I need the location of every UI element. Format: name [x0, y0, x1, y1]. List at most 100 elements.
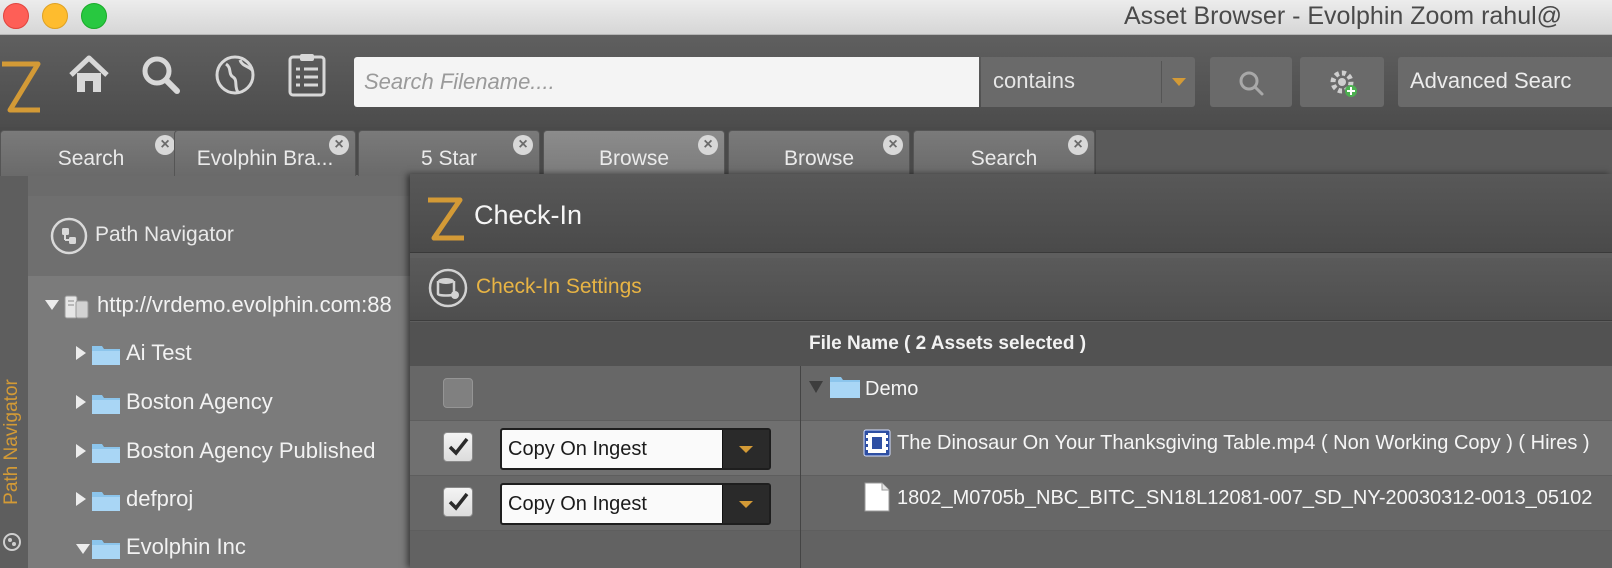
collapse-arrow-icon[interactable]	[809, 381, 823, 393]
window-title: Asset Browser - Evolphin Zoom rahul@	[1124, 2, 1563, 30]
navigator-icon	[3, 533, 21, 551]
file-name: The Dinosaur On Your Thanksgiving Table.…	[897, 432, 1590, 454]
tree-node-server[interactable]: http://vrdemo.evolphin.com:88	[40, 286, 420, 326]
advanced-search-button[interactable]: Advanced Searc	[1398, 57, 1612, 107]
close-window-button[interactable]	[3, 3, 29, 29]
server-icon	[64, 295, 89, 319]
window-titlebar: Asset Browser - Evolphin Zoom rahul@	[0, 0, 1612, 35]
column-divider	[800, 366, 801, 568]
expand-arrow-icon[interactable]	[76, 492, 86, 506]
tab-label: Search	[970, 147, 1038, 170]
run-search-button[interactable]	[1210, 57, 1292, 107]
tab-bar-empty	[1096, 130, 1612, 176]
dialog-title: Check-In	[474, 200, 583, 230]
tab-label: 5 Star	[420, 147, 478, 170]
checkmark-icon	[448, 437, 469, 456]
tab-browse-active[interactable]: Browse ×	[543, 130, 725, 176]
tree-node-folder[interactable]: Evolphin Inc	[70, 528, 420, 568]
match-mode-divider	[1161, 61, 1162, 103]
select-all-checkbox[interactable]	[443, 378, 473, 408]
chevron-down-icon[interactable]	[722, 430, 769, 468]
close-tab-icon[interactable]: ×	[329, 135, 349, 155]
tab-label: Evolphin Bra...	[196, 147, 334, 170]
globe-icon[interactable]	[212, 52, 258, 98]
folder-icon	[830, 377, 860, 398]
search-settings-button[interactable]	[1300, 57, 1384, 107]
close-tab-icon[interactable]: ×	[883, 135, 903, 155]
ingest-mode-value: Copy On Ingest	[508, 493, 647, 515]
folder-label: Evolphin Inc	[126, 534, 246, 559]
file-name: 1802_M0705b_NBC_BITC_SN18L12081-007_SD_N…	[897, 487, 1593, 509]
table-row-empty	[410, 531, 1612, 568]
folder-icon	[92, 346, 120, 365]
folder-icon	[92, 540, 120, 559]
folder-name: Demo	[865, 378, 919, 400]
tab-label: Search	[57, 147, 125, 170]
dialog-header: Check-In	[410, 174, 1612, 253]
tab-label: Browse	[783, 147, 855, 170]
home-icon[interactable]	[66, 52, 112, 98]
table-row[interactable]: Copy On Ingest 1802_M0705b_NBC_BITC_SN18…	[410, 476, 1612, 530]
collapse-arrow-icon[interactable]	[45, 300, 59, 310]
collapse-arrow-icon[interactable]	[76, 544, 90, 554]
tab-search-2[interactable]: Search ×	[913, 130, 1095, 176]
ingest-mode-select[interactable]: Copy On Ingest	[500, 483, 771, 525]
table-row-folder[interactable]: Demo	[410, 366, 1612, 420]
tab-5-star[interactable]: 5 Star ×	[358, 130, 540, 176]
sidebar-collapsed-strip[interactable]: Path Navigator	[0, 176, 28, 568]
tree-node-folder[interactable]: defproj	[70, 480, 420, 520]
row-checkbox[interactable]	[443, 432, 473, 462]
match-mode-value: contains	[993, 68, 1075, 93]
filename-search-input[interactable]	[354, 57, 979, 107]
checkmark-icon	[448, 492, 469, 511]
server-url: http://vrdemo.evolphin.com:88	[97, 292, 392, 317]
search-icon	[1239, 71, 1264, 96]
close-tab-icon[interactable]: ×	[1068, 135, 1088, 155]
folder-label: Boston Agency Published	[126, 438, 376, 463]
table-row[interactable]: Copy On Ingest The Dinosaur On Your Than…	[410, 421, 1612, 475]
tree-node-folder[interactable]: Ai Test	[70, 334, 420, 374]
folder-icon	[92, 395, 120, 414]
expand-arrow-icon[interactable]	[76, 444, 86, 458]
close-tab-icon[interactable]: ×	[513, 135, 533, 155]
expand-arrow-icon[interactable]	[76, 395, 86, 409]
zoom-logo-icon	[2, 61, 41, 113]
column-title: File Name ( 2 Assets selected )	[809, 333, 1087, 354]
checkin-dialog: Check-In Check-In Settings File Name ( 2…	[410, 174, 1612, 568]
folder-label: defproj	[126, 486, 194, 511]
advanced-search-label: Advanced Searc	[1410, 68, 1572, 93]
gear-add-icon	[1330, 70, 1357, 97]
path-navigator-title: Path Navigator	[95, 223, 234, 246]
chevron-down-icon[interactable]	[722, 485, 769, 523]
tree-node-folder[interactable]: Boston Agency Published	[70, 432, 420, 472]
database-settings-icon	[428, 268, 468, 308]
clipboard-list-icon[interactable]	[284, 52, 330, 98]
tab-search-1[interactable]: Search ×	[0, 130, 182, 176]
folder-icon	[92, 492, 120, 511]
zoom-window-button[interactable]	[81, 3, 107, 29]
folder-label: Boston Agency	[126, 389, 273, 414]
folder-icon	[92, 444, 120, 463]
ingest-mode-value: Copy On Ingest	[508, 438, 647, 460]
chevron-down-icon	[1172, 78, 1186, 86]
search-icon[interactable]	[138, 52, 184, 98]
sidebar-strip-label[interactable]: Path Navigator	[1, 372, 23, 512]
tab-label: Browse	[598, 147, 670, 170]
checkin-settings-bar[interactable]: Check-In Settings	[410, 258, 1612, 321]
file-name-column-header[interactable]: File Name ( 2 Assets selected )	[410, 322, 1612, 367]
expand-arrow-icon[interactable]	[76, 346, 86, 360]
folder-label: Ai Test	[126, 340, 192, 365]
row-checkbox[interactable]	[443, 487, 473, 517]
ingest-mode-select[interactable]: Copy On Ingest	[500, 428, 771, 470]
path-navigator-icon	[50, 217, 88, 255]
tab-evolphin-brand[interactable]: Evolphin Bra... ×	[174, 130, 356, 176]
close-tab-icon[interactable]: ×	[698, 135, 718, 155]
tree-node-folder[interactable]: Boston Agency	[70, 383, 420, 423]
match-mode-select[interactable]: contains	[981, 57, 1195, 107]
close-tab-icon[interactable]: ×	[155, 135, 175, 155]
minimize-window-button[interactable]	[42, 3, 68, 29]
document-file-icon	[864, 482, 890, 512]
video-file-icon	[863, 429, 891, 457]
zoom-logo-icon	[428, 197, 464, 241]
tab-browse-2[interactable]: Browse ×	[728, 130, 910, 176]
